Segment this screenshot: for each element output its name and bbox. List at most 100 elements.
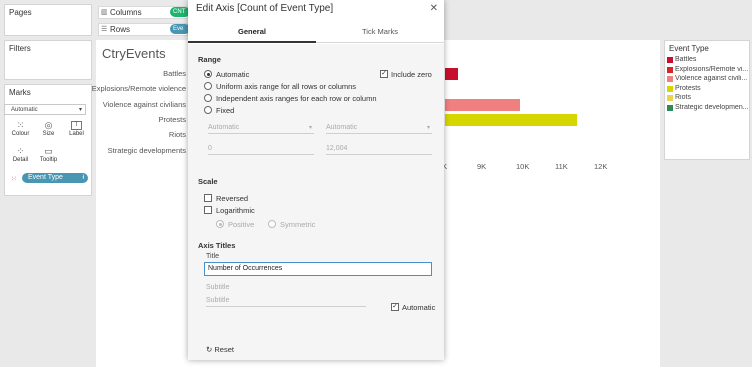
color-legend: Event Type Battles Explosions/Remote vi..… [664, 40, 750, 160]
tooltip-button[interactable]: ▭ Tooltip [36, 144, 61, 168]
include-zero-label: Include zero [391, 70, 432, 79]
close-icon[interactable]: ✕ [430, 3, 438, 14]
legend-item[interactable]: Violence against civili... [665, 75, 749, 85]
reset-icon: ↻ [206, 345, 213, 354]
axis-tick-label: 9K [477, 162, 487, 171]
axis-subtitle-input[interactable]: Subtitle [206, 296, 366, 307]
size-button[interactable]: ◎ Size [36, 118, 61, 142]
detail-icon: ⁘ [16, 146, 25, 156]
axis-tick-label: 11K [555, 162, 568, 171]
symmetric-radio[interactable] [268, 220, 276, 228]
legend-swatch [667, 66, 673, 73]
columns-pill[interactable]: CNT [170, 7, 190, 17]
colour-button[interactable]: ⁙ Colour [8, 118, 33, 142]
dialog-title: Edit Axis [Count of Event Type] [196, 3, 334, 14]
label-button[interactable]: T Label [64, 118, 89, 142]
positive-radio[interactable] [216, 220, 224, 228]
legend-swatch [667, 104, 673, 111]
marks-title: Marks [9, 88, 31, 97]
label-icon: T [71, 121, 82, 130]
chevron-down-icon: ▾ [308, 125, 312, 131]
tooltip-label: Tooltip [39, 157, 58, 163]
legend-item[interactable]: Battles [665, 56, 749, 66]
worksheet-title: CtryEvents [102, 46, 166, 61]
legend-item-label: Riots [675, 94, 691, 101]
label-label: Label [69, 131, 84, 137]
event-type-pill-label: Event Type [28, 174, 63, 181]
positive-label: Positive [228, 220, 255, 229]
event-type-pill[interactable]: Event Type ⱡ [22, 173, 88, 183]
legend-item[interactable]: Riots [665, 94, 749, 104]
dialog-tabs: General Tick Marks [188, 21, 444, 43]
fixed-start-select[interactable]: Automatic ▾ [208, 123, 314, 134]
logarithmic-label: Logarithmic [216, 206, 255, 215]
columns-label: Columns [110, 8, 142, 17]
row-label-battles: Battles [163, 69, 186, 78]
pages-title: Pages [9, 8, 32, 17]
tab-general[interactable]: General [188, 21, 316, 43]
range-independent-label: Independent axis ranges for each row or … [216, 94, 377, 103]
subtitle-automatic-label: Automatic [402, 303, 436, 312]
dialog-titlebar: Edit Axis [Count of Event Type] ✕ [188, 0, 444, 18]
columns-icon: ▥ [101, 9, 108, 16]
rows-pill[interactable]: Eve [170, 24, 190, 34]
detail-label: Detail [12, 157, 29, 163]
chevron-down-icon: ▾ [426, 125, 430, 131]
range-automatic-radio[interactable] [204, 70, 212, 78]
legend-item-label: Violence against civili... [675, 75, 748, 82]
colour-field-icon: ⁙ [11, 176, 17, 183]
fixed-end-select[interactable]: Automatic ▾ [326, 123, 432, 134]
detail-button[interactable]: ⁘ Detail [8, 144, 33, 168]
range-fixed-radio[interactable] [204, 106, 212, 114]
row-label-violence: Violence against civilians [102, 100, 186, 109]
fixed-start-field[interactable]: 0 [208, 144, 314, 155]
axis-title-input[interactable]: Number of Occurrences [204, 262, 432, 276]
title-field-label: Title [206, 253, 219, 260]
fixed-start-select-value: Automatic [208, 124, 240, 131]
dialog-body: Range Automatic ✓ Include zero Uniform a… [188, 44, 444, 360]
edit-axis-dialog: Edit Axis [Count of Event Type] ✕ Genera… [188, 0, 444, 360]
colour-icon: ⁙ [16, 120, 25, 130]
filters-title: Filters [9, 44, 31, 53]
size-icon: ◎ [44, 120, 53, 130]
sort-icon: ⱡ [82, 175, 84, 181]
rows-icon: ☰ [101, 26, 108, 33]
rows-label: Rows [110, 25, 131, 34]
legend-swatch [667, 85, 673, 92]
bar-battles[interactable] [445, 68, 458, 80]
fixed-end-field[interactable]: 12,004 [326, 144, 432, 155]
legend-item[interactable]: Strategic developmen... [665, 104, 749, 114]
legend-swatch [667, 76, 673, 82]
subtitle-automatic-checkbox[interactable]: ✓ [391, 303, 399, 311]
legend-item[interactable]: Explosions/Remote vi... [665, 66, 749, 76]
tab-tick-marks[interactable]: Tick Marks [316, 21, 444, 43]
reset-label: Reset [214, 345, 234, 354]
legend-item[interactable]: Protests [665, 85, 749, 95]
size-label: Size [42, 131, 55, 137]
tooltip-icon: ▭ [44, 146, 53, 156]
reversed-checkbox[interactable] [204, 194, 212, 202]
range-section-title: Range [198, 55, 221, 64]
row-label-explosions: Explosions/Remote violence [91, 84, 186, 93]
left-sidebar: Pages Filters Marks Automatic ▾ ⁙ Colour… [0, 0, 94, 367]
legend-item-label: Explosions/Remote vi... [675, 65, 749, 73]
range-fixed-label: Fixed [216, 106, 235, 115]
fixed-end-select-value: Automatic [326, 124, 358, 131]
range-independent-radio[interactable] [204, 94, 212, 102]
range-uniform-radio[interactable] [204, 82, 212, 90]
subtitle-field-label: Subtitle [206, 284, 230, 291]
row-label-riots: Riots [168, 130, 186, 139]
range-uniform-label: Uniform axis range for all rows or colum… [216, 82, 357, 91]
bar-protests[interactable] [445, 114, 577, 126]
pages-panel: Pages [4, 4, 92, 36]
scale-section-title: Scale [198, 177, 218, 186]
marks-type-select[interactable]: Automatic ▾ [4, 104, 86, 115]
bar-violence-against-civilians[interactable] [445, 99, 521, 111]
legend-item-label: Battles [675, 56, 697, 63]
include-zero-checkbox[interactable]: ✓ [380, 70, 388, 78]
range-automatic-label: Automatic [216, 70, 250, 79]
legend-title: Event Type [669, 44, 709, 53]
logarithmic-checkbox[interactable] [204, 206, 212, 214]
reset-button[interactable]: ↻ Reset [206, 345, 234, 354]
filters-panel[interactable]: Filters [4, 40, 92, 80]
